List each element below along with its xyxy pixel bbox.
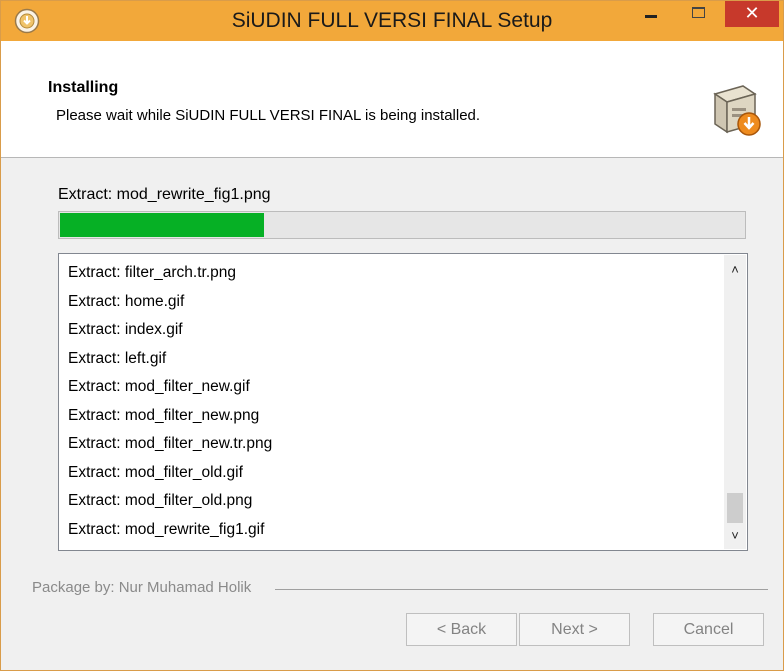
page-subtitle: Please wait while SiUDIN FULL VERSI FINA… <box>56 107 481 124</box>
close-button[interactable]: ✕ <box>725 1 779 27</box>
maximize-button[interactable] <box>677 1 719 25</box>
title-bar[interactable]: SiUDIN FULL VERSI FINAL Setup ✕ <box>1 1 783 41</box>
setup-window: SiUDIN FULL VERSI FINAL Setup ✕ Installi… <box>0 0 784 671</box>
log-item: Extract: mod_filter_old.png <box>68 492 253 509</box>
installer-box-icon <box>713 85 761 136</box>
page-title: Installing <box>48 79 119 96</box>
scroll-thumb[interactable] <box>727 493 743 523</box>
branding-text: Package by: Nur Muhamad Holik <box>32 579 252 596</box>
scroll-down-arrow-icon[interactable]: ˅ <box>724 525 746 547</box>
minimize-button[interactable] <box>630 1 672 25</box>
log-item: Extract: filter_arch.tr.png <box>68 264 236 281</box>
details-log-list[interactable]: Extract: filter_arch.tr.png Extract: home… <box>58 253 748 551</box>
log-entries: Extract: filter_arch.tr.png Extract: home… <box>68 259 272 544</box>
log-item: Extract: index.gif <box>68 321 183 338</box>
log-item: Extract: mod_filter_new.png <box>68 406 260 424</box>
next-button[interactable]: Next > <box>519 613 630 646</box>
vertical-scrollbar[interactable]: ˄ ˅ <box>724 255 746 549</box>
log-item: Extract: mod_filter_new.gif <box>68 378 250 395</box>
header-panel: Installing Please wait while SiUDIN FULL… <box>1 41 783 158</box>
log-item: Extract: mod_filter_new.tr.png <box>68 435 273 452</box>
close-icon: ✕ <box>744 3 760 23</box>
log-item: Extract: left.gif <box>68 349 167 367</box>
maximize-icon <box>692 7 705 18</box>
minimize-icon <box>645 15 657 18</box>
back-button[interactable]: < Back <box>406 613 517 646</box>
branding-divider <box>275 589 768 590</box>
scroll-up-arrow-icon[interactable]: ˄ <box>724 259 746 281</box>
cancel-button[interactable]: Cancel <box>653 613 764 646</box>
log-item: Extract: mod_filter_old.gif <box>68 463 243 481</box>
log-item: Extract: mod_rewrite_fig1.gif <box>68 520 265 538</box>
progress-fill <box>60 213 264 237</box>
log-item: Extract: home.gif <box>68 292 185 310</box>
progress-bar <box>58 211 746 239</box>
current-file-label: Extract: mod_rewrite_fig1.png <box>58 186 271 203</box>
